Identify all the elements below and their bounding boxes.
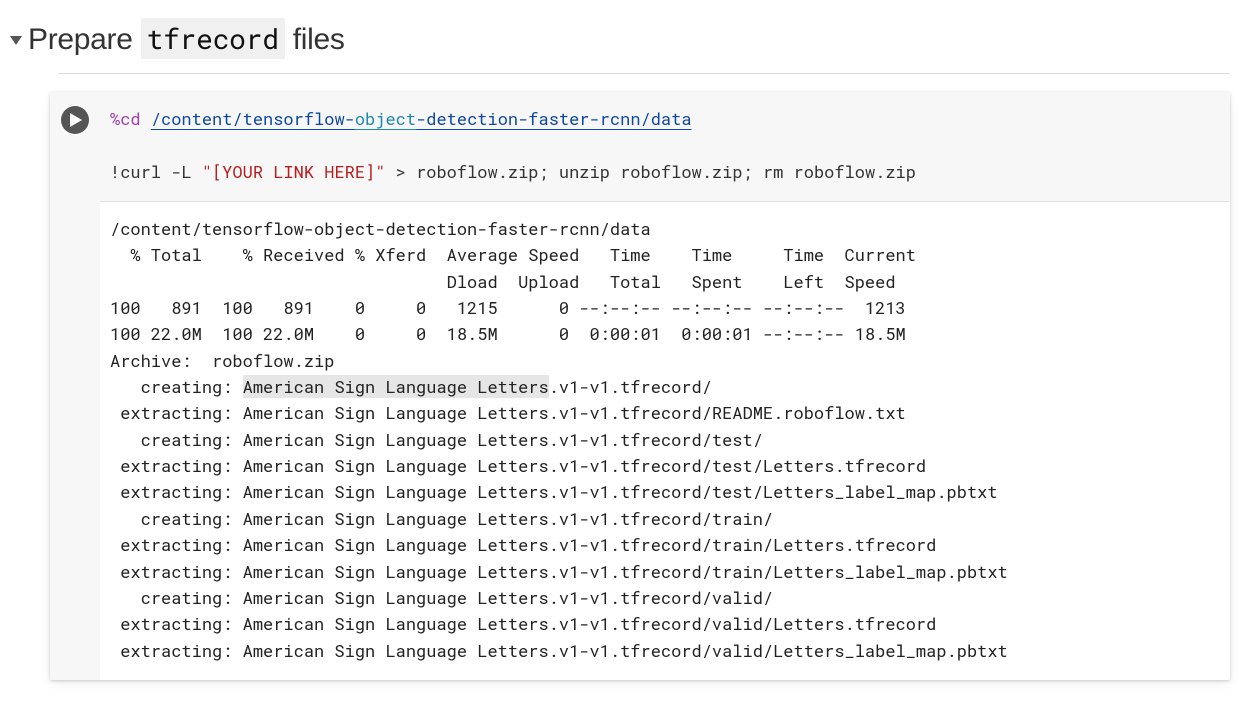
output-line: extracting: American Sign Language Lette… xyxy=(110,454,926,477)
run-cell-button[interactable] xyxy=(61,106,89,134)
collapse-triangle-icon[interactable] xyxy=(10,36,22,45)
cell-output: /content/tensorflow-object-detection-fas… xyxy=(100,202,1230,680)
output-line: creating: American Sign Language Letters… xyxy=(110,428,763,451)
output-line: /content/tensorflow-object-detection-fas… xyxy=(110,217,651,240)
output-line: extracting: American Sign Language Lette… xyxy=(110,401,906,424)
output-line: extracting: American Sign Language Lette… xyxy=(110,612,936,635)
code-string-quote-close: " xyxy=(375,160,385,183)
output-line: % Total % Received % Xferd Average Speed… xyxy=(110,243,916,266)
code-string-quote-open: " xyxy=(202,160,212,183)
code-path-post: -detection-faster-rcnn/data xyxy=(416,107,691,130)
output-line: 100 22.0M 100 22.0M 0 0 18.5M 0 0:00:01 … xyxy=(110,322,906,345)
output-line: Dload Upload Total Spent Left Speed xyxy=(110,270,896,293)
code-curl-rest: > roboflow.zip; unzip roboflow.zip; rm r… xyxy=(385,160,916,183)
code-curl-bang: !curl -L xyxy=(110,160,202,183)
cell-gutter xyxy=(50,92,100,680)
output-line: extracting: American Sign Language Lette… xyxy=(110,639,1008,662)
notebook-cell: %cd /content/tensorflow-object-detection… xyxy=(50,92,1230,680)
cell-body: %cd /content/tensorflow-object-detection… xyxy=(100,92,1230,680)
section-header: Prepare tfrecord files xyxy=(10,20,1230,57)
code-input[interactable]: %cd /content/tensorflow-object-detection… xyxy=(100,92,1230,202)
output-line: extracting: American Sign Language Lette… xyxy=(110,560,1008,583)
output-line: Archive: roboflow.zip xyxy=(110,349,334,372)
code-path-object: object xyxy=(355,107,416,130)
code-path-pre: /content/tensorflow- xyxy=(151,107,355,130)
output-line: 100 891 100 891 0 0 1215 0 --:--:-- --:-… xyxy=(110,296,906,319)
output-line: creating: American Sign Language Letters… xyxy=(110,507,773,530)
output-line-highlight: American Sign Language Letters xyxy=(243,375,549,398)
title-inline-code: tfrecord xyxy=(141,18,285,59)
section-title: Prepare tfrecord files xyxy=(28,20,345,57)
output-line: extracting: American Sign Language Lette… xyxy=(110,480,998,503)
output-line-post: .v1-v1.tfrecord/ xyxy=(549,375,712,398)
output-line: extracting: American Sign Language Lette… xyxy=(110,533,936,556)
code-string-body: [YOUR LINK HERE] xyxy=(212,160,375,183)
title-pre: Prepare xyxy=(28,23,141,56)
play-icon xyxy=(70,113,82,127)
section-divider xyxy=(58,73,1230,74)
title-post: files xyxy=(285,23,345,56)
output-line: creating: American Sign Language Letters… xyxy=(110,586,773,609)
code-magic: %cd xyxy=(110,107,141,130)
output-line-pre: creating: xyxy=(110,375,243,398)
